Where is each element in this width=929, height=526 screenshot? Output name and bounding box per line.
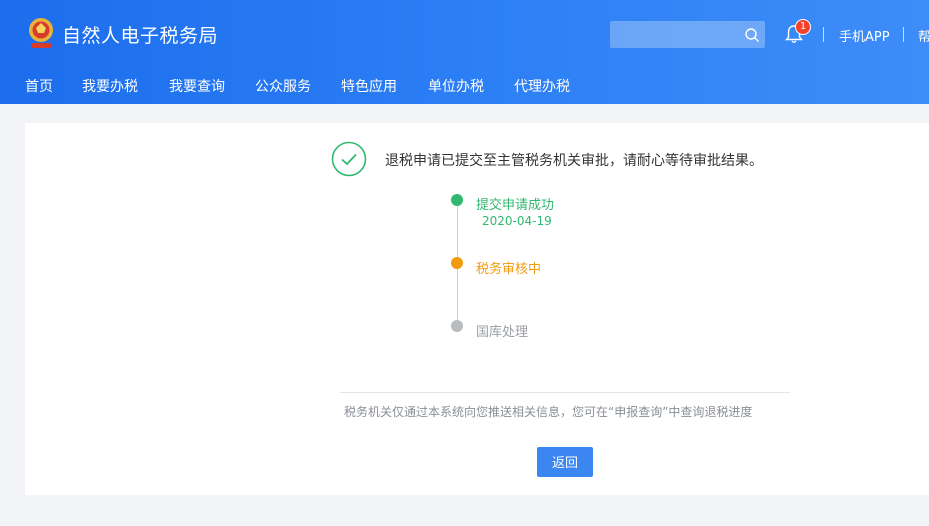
header-divider — [823, 27, 824, 42]
nav-item-query[interactable]: 我要查询 — [169, 76, 225, 96]
timeline-step-title: 税务审核中 — [476, 262, 542, 277]
timeline-step-title: 国库处理 — [476, 325, 529, 340]
back-button[interactable]: 返回 — [537, 447, 593, 477]
search-input[interactable] — [610, 21, 751, 48]
timeline-dot-pending — [451, 320, 463, 332]
timeline-dot-done — [451, 194, 463, 206]
result-message: 退税申请已提交至主管税务机关审批，请耐心等待审批结果。 — [385, 153, 763, 169]
nav-item-home[interactable]: 首页 — [25, 76, 53, 96]
timeline-step-date: 2020-04-19 — [482, 214, 552, 228]
header-divider — [903, 27, 904, 42]
timeline-dot-current — [451, 257, 463, 269]
notification-badge: 1 — [795, 19, 811, 35]
nav-item-public-service[interactable]: 公众服务 — [255, 76, 311, 96]
notice-text: 税务机关仅通过本系统向您推送相关信息，您可在“申报查询”中查询退税进度 — [344, 405, 753, 419]
search-box[interactable] — [610, 21, 765, 48]
top-header: 自然人电子税务局 1 手机APP 帮 首页 我要办税 我要查询 公众服务 特色应… — [0, 0, 929, 104]
timeline-step-title: 提交申请成功 — [476, 198, 555, 213]
nav-item-featured-apps[interactable]: 特色应用 — [341, 76, 397, 96]
help-link[interactable]: 帮 — [918, 26, 929, 45]
result-panel — [25, 123, 929, 495]
mobile-app-link[interactable]: 手机APP — [839, 26, 890, 45]
site-title[interactable]: 自然人电子税务局 — [62, 21, 218, 48]
check-circle-icon — [331, 141, 367, 177]
nav-item-employer-tax[interactable]: 单位办税 — [428, 76, 484, 96]
search-icon[interactable] — [744, 27, 760, 43]
nav-item-file-tax[interactable]: 我要办税 — [82, 76, 138, 96]
tax-emblem-logo-icon[interactable] — [26, 16, 56, 52]
nav-item-agent-tax[interactable]: 代理办税 — [514, 76, 570, 96]
divider — [340, 392, 790, 393]
